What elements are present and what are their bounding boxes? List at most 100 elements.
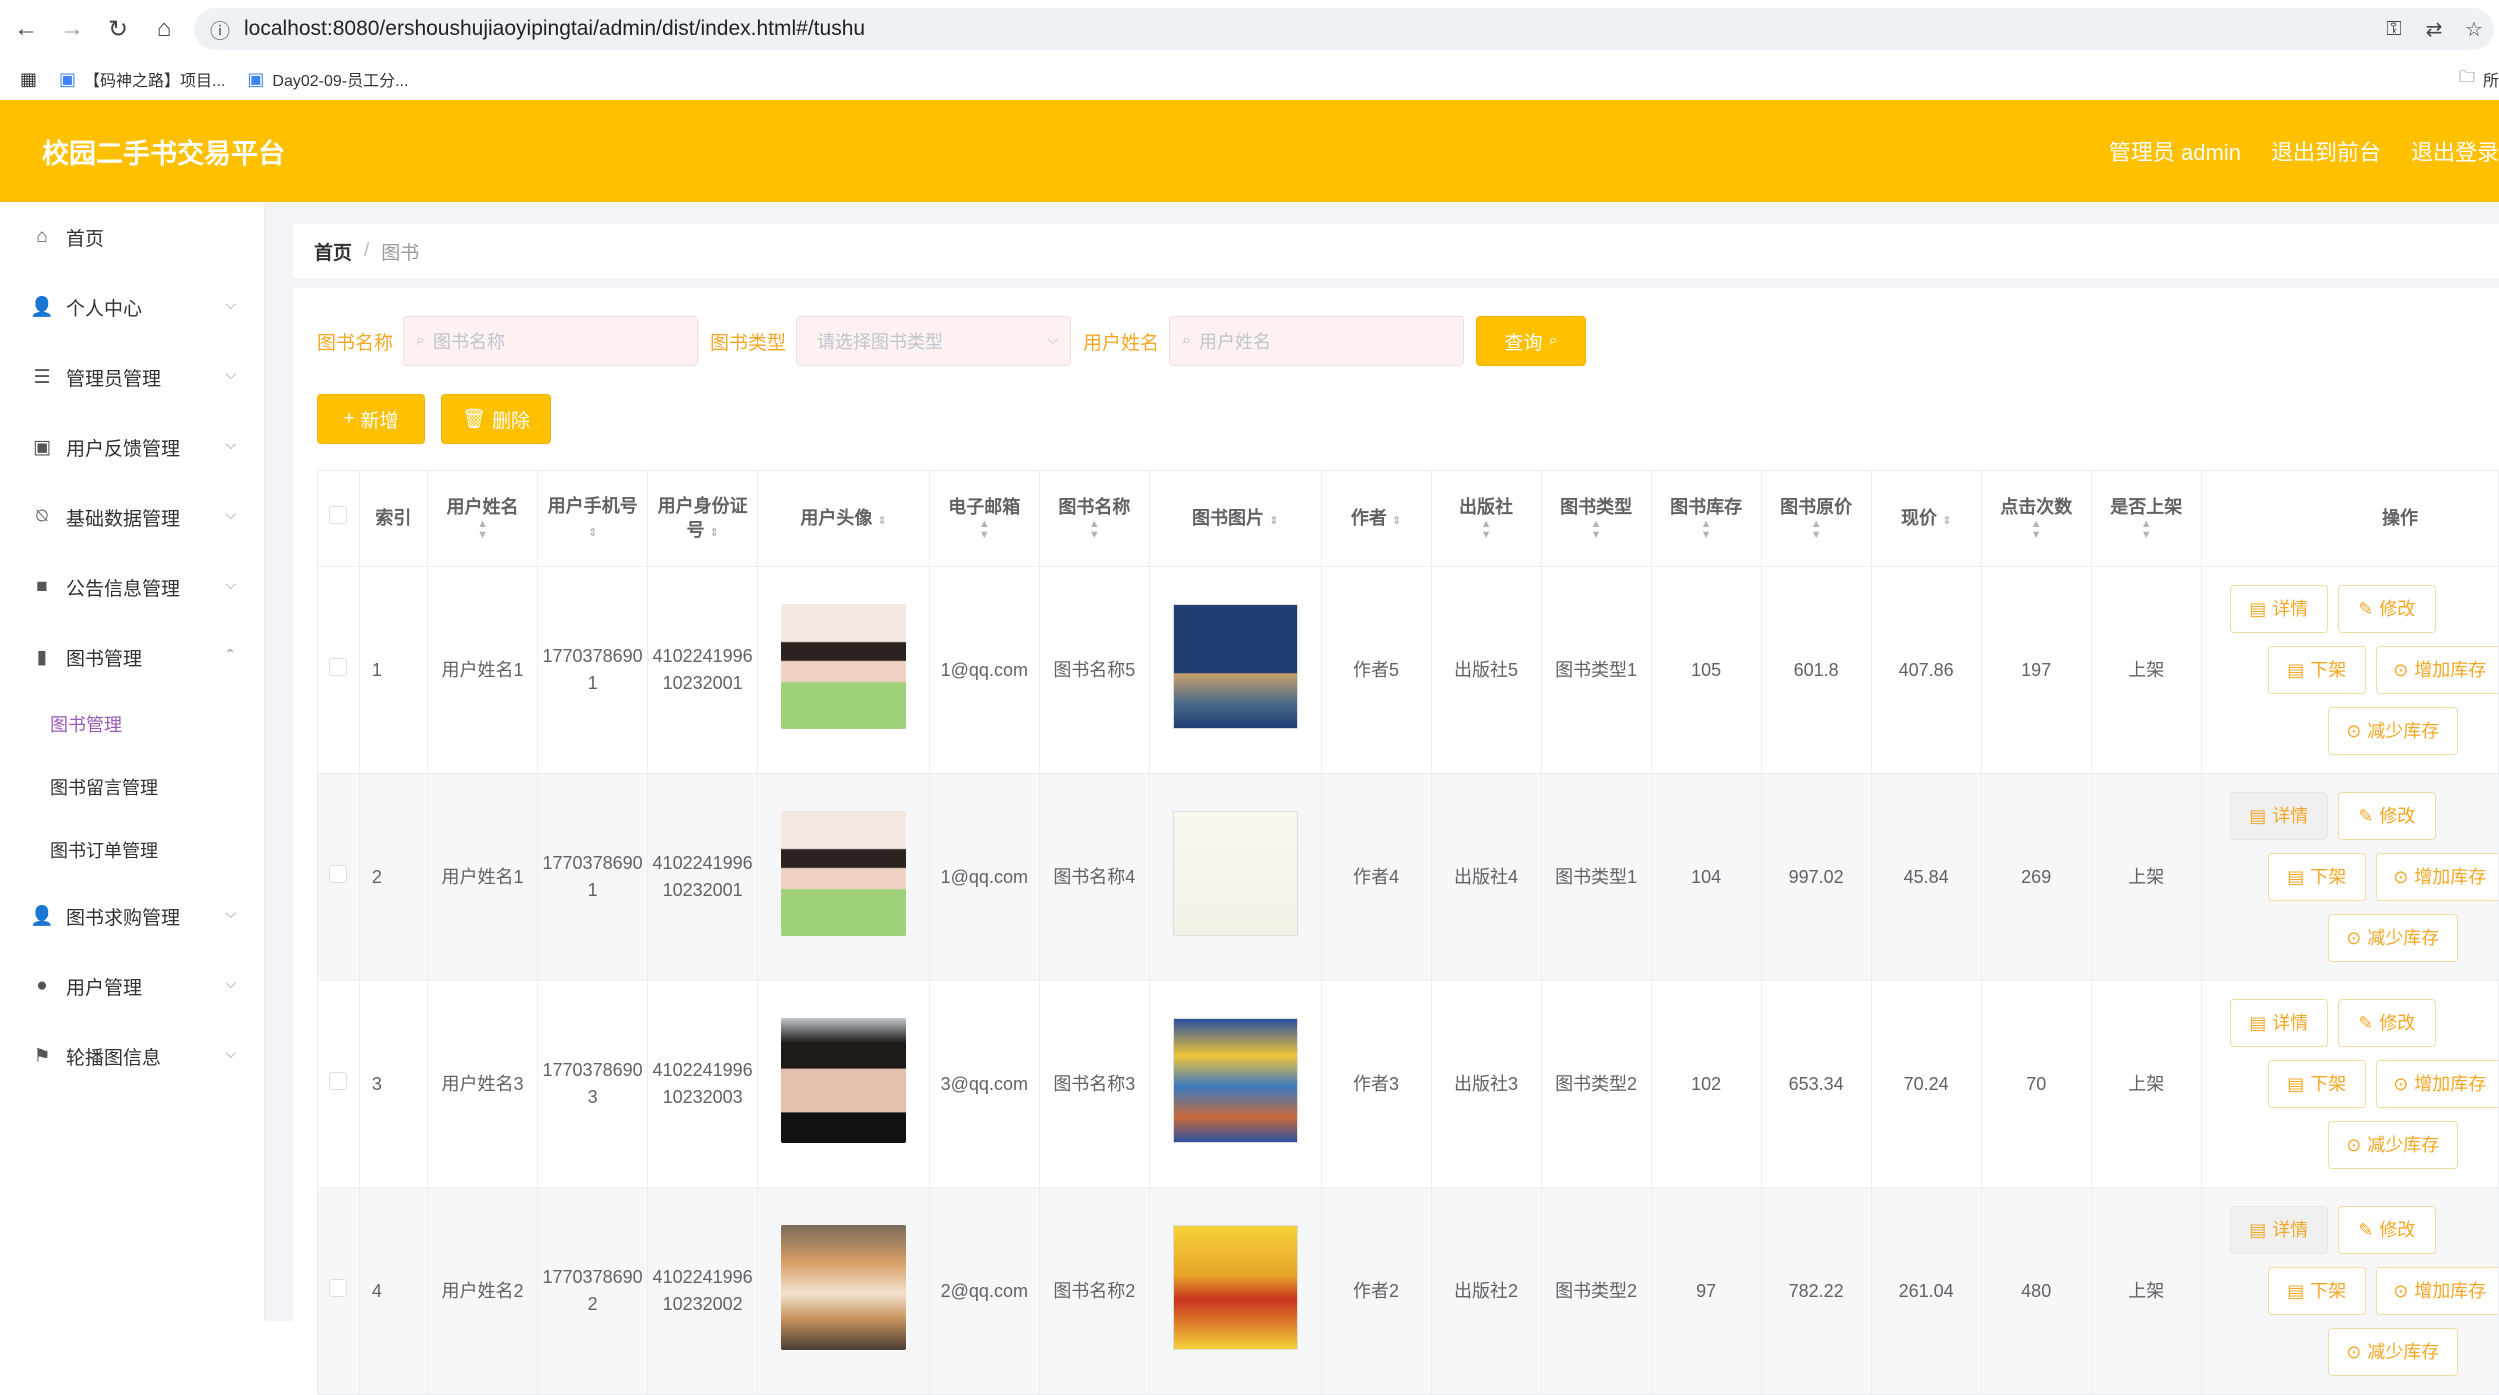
bookmark-item[interactable]: ▣ 【码神之路】项目... bbox=[59, 67, 225, 91]
offshelf-button[interactable]: ▤ 下架 bbox=[2267, 1060, 2366, 1108]
folder-icon: 🗀 bbox=[2458, 68, 2475, 86]
key-icon[interactable]: ⚿ bbox=[2374, 18, 2414, 41]
sort-icon[interactable]: ▲ ▼ bbox=[1656, 519, 1757, 541]
location-icon: ⊙ bbox=[2393, 866, 2409, 887]
edit-button[interactable]: ✎ 修改 bbox=[2337, 792, 2436, 840]
decrease-stock-button[interactable]: ⊙ 减少库存 bbox=[2327, 914, 2458, 962]
book-name-input[interactable]: ⌕ 图书名称 bbox=[403, 316, 699, 366]
all-bookmarks[interactable]: 🗀 所 bbox=[2459, 58, 2499, 100]
sort-icon[interactable]: ⇕ bbox=[588, 527, 597, 539]
increase-stock-button[interactable]: ⊙ 增加库存 bbox=[2375, 1060, 2498, 1108]
sidebar-item-users[interactable]: ● 用户管理 ⌵ bbox=[0, 951, 264, 1021]
sort-icon[interactable]: ▲ ▼ bbox=[1766, 519, 1867, 541]
username-input[interactable]: ⌕ 用户姓名 bbox=[1169, 316, 1465, 366]
sidebar-item-admins[interactable]: ☰ 管理员管理 ⌵ bbox=[0, 342, 264, 412]
offshelf-button[interactable]: ▤ 下架 bbox=[2267, 1267, 2366, 1315]
sidebar-subitem-book-comments[interactable]: 图书留言管理 bbox=[0, 755, 264, 818]
sort-icon[interactable]: ⇕ bbox=[1942, 515, 1951, 527]
sidebar-item-purchase[interactable]: 👤 图书求购管理 ⌵ bbox=[0, 881, 264, 951]
offshelf-button[interactable]: ▤ 下架 bbox=[2267, 853, 2366, 901]
query-button[interactable]: 查询 ⌕ bbox=[1476, 316, 1587, 366]
col-clicks[interactable]: 点击次数 ▲ ▼ bbox=[1980, 470, 2092, 567]
col-price[interactable]: 现价 ⇕ bbox=[1870, 470, 1982, 567]
sort-icon[interactable]: ▲ ▼ bbox=[1986, 519, 2087, 541]
reload-icon[interactable]: ↻ bbox=[98, 9, 138, 49]
sort-icon[interactable]: ▲ ▼ bbox=[934, 519, 1035, 541]
col-stock[interactable]: 图书库存 ▲ ▼ bbox=[1650, 470, 1762, 567]
row-checkbox[interactable] bbox=[329, 1278, 348, 1297]
sort-icon[interactable]: ⇕ bbox=[1269, 515, 1278, 527]
bookmark-item[interactable]: ▣ Day02-09-员工分... bbox=[247, 67, 408, 91]
detail-button[interactable]: ▤ 详情 bbox=[2229, 585, 2328, 633]
sort-icon[interactable]: ▲ ▼ bbox=[1436, 519, 1537, 541]
back-icon[interactable]: ← bbox=[6, 9, 46, 49]
home-icon[interactable]: ⌂ bbox=[144, 9, 184, 49]
delete-button[interactable]: 🗑 删除 bbox=[441, 394, 551, 444]
col-booktype[interactable]: 图书类型 ▲ ▼ bbox=[1540, 470, 1652, 567]
logout-link[interactable]: 退出登录 bbox=[2411, 135, 2499, 167]
doc-icon: ▤ bbox=[2249, 805, 2267, 826]
star-icon[interactable]: ☆ bbox=[2454, 17, 2494, 42]
col-bookname[interactable]: 图书名称 ▲ ▼ bbox=[1038, 470, 1150, 567]
book-type-select[interactable]: 请选择图书类型 ⌵ bbox=[796, 316, 1072, 366]
breadcrumb-home[interactable]: 首页 bbox=[314, 238, 352, 265]
sort-icon[interactable]: ⇕ bbox=[877, 515, 886, 527]
sidebar-item-basedata[interactable]: ⍉ 基础数据管理 ⌵ bbox=[0, 482, 264, 552]
sidebar-subitem-book-orders[interactable]: 图书订单管理 bbox=[0, 818, 264, 881]
sidebar-item-carousel[interactable]: ⚑ 轮播图信息 ⌵ bbox=[0, 1021, 264, 1091]
sort-icon[interactable]: ▲ ▼ bbox=[1546, 519, 1647, 541]
col-label: 图书图片 bbox=[1192, 507, 1265, 528]
decrease-stock-button[interactable]: ⊙ 减少库存 bbox=[2327, 707, 2458, 755]
sort-icon[interactable]: ▲ ▼ bbox=[2096, 519, 2197, 541]
col-author[interactable]: 作者 ⇕ bbox=[1320, 470, 1432, 567]
translate-icon[interactable]: ⇄ bbox=[2414, 17, 2454, 42]
col-publisher[interactable]: 出版社 ▲ ▼ bbox=[1430, 470, 1542, 567]
cell-publisher: 出版社5 bbox=[1430, 566, 1542, 774]
detail-button[interactable]: ▤ 详情 bbox=[2229, 1206, 2328, 1254]
forward-icon[interactable]: → bbox=[52, 9, 92, 49]
edit-button[interactable]: ✎ 修改 bbox=[2337, 999, 2436, 1047]
address-bar[interactable]: ⓘ localhost:8080/ershoushujiaoyipingtai/… bbox=[194, 8, 2494, 50]
increase-stock-button[interactable]: ⊙ 增加库存 bbox=[2375, 646, 2498, 694]
sort-icon[interactable]: ⇕ bbox=[1392, 515, 1401, 527]
sort-icon[interactable]: ▲ ▼ bbox=[1044, 519, 1145, 541]
apps-icon[interactable]: ▦ bbox=[20, 69, 37, 90]
edit-button[interactable]: ✎ 修改 bbox=[2337, 1206, 2436, 1254]
row-checkbox[interactable] bbox=[329, 864, 348, 883]
detail-button[interactable]: ▤ 详情 bbox=[2229, 792, 2328, 840]
col-idcard[interactable]: 用户身份证号 ⇕ bbox=[647, 470, 759, 567]
sort-icon[interactable]: ⇕ bbox=[710, 527, 719, 539]
col-avatar[interactable]: 用户头像 ⇕ bbox=[757, 470, 930, 567]
select-all-checkbox[interactable] bbox=[329, 506, 348, 525]
edit-button[interactable]: ✎ 修改 bbox=[2337, 585, 2436, 633]
sidebar-subitem-book-manage[interactable]: 图书管理 bbox=[0, 692, 264, 755]
increase-stock-button[interactable]: ⊙ 增加库存 bbox=[2375, 853, 2498, 901]
sidebar-item-books[interactable]: ▮ 图书管理 ⌃ bbox=[0, 622, 264, 692]
location-icon: ⊙ bbox=[2346, 1341, 2362, 1362]
row-checkbox[interactable] bbox=[329, 657, 348, 676]
col-origprice[interactable]: 图书原价 ▲ ▼ bbox=[1760, 470, 1872, 567]
offshelf-button[interactable]: ▤ 下架 bbox=[2267, 646, 2366, 694]
row-checkbox[interactable] bbox=[329, 1071, 348, 1090]
address-url[interactable]: localhost:8080/ershoushujiaoyipingtai/ad… bbox=[244, 17, 2374, 41]
sidebar-item-feedback[interactable]: ▣ 用户反馈管理 ⌵ bbox=[0, 412, 264, 482]
col-bookimg[interactable]: 图书图片 ⇕ bbox=[1148, 470, 1322, 567]
sort-icon[interactable]: ▲ ▼ bbox=[432, 519, 533, 541]
increase-stock-button[interactable]: ⊙ 增加库存 bbox=[2375, 1267, 2498, 1315]
sidebar-item-home[interactable]: ⌂ 首页 bbox=[0, 202, 264, 272]
sidebar-item-label: 管理员管理 bbox=[66, 368, 162, 390]
site-info-icon[interactable]: ⓘ bbox=[200, 15, 240, 44]
decrease-stock-button[interactable]: ⊙ 减少库存 bbox=[2327, 1121, 2458, 1169]
sidebar-item-profile[interactable]: 👤 个人中心 ⌵ bbox=[0, 272, 264, 342]
detail-button[interactable]: ▤ 详情 bbox=[2229, 999, 2328, 1047]
sidebar-item-label: 用户反馈管理 bbox=[66, 438, 181, 460]
col-onshelf[interactable]: 是否上架 ▲ ▼ bbox=[2090, 470, 2202, 567]
col-phone[interactable]: 用户手机号 ⇕ bbox=[537, 470, 649, 567]
add-button[interactable]: + 新增 bbox=[317, 394, 425, 444]
to-front-link[interactable]: 退出到前台 bbox=[2271, 135, 2381, 167]
decrease-stock-button[interactable]: ⊙ 减少库存 bbox=[2327, 1328, 2458, 1376]
user-avatar bbox=[780, 1017, 906, 1143]
col-email[interactable]: 电子邮箱 ▲ ▼ bbox=[928, 470, 1040, 567]
col-username[interactable]: 用户姓名 ▲ ▼ bbox=[427, 470, 539, 567]
sidebar-item-notice[interactable]: ■ 公告信息管理 ⌵ bbox=[0, 552, 264, 622]
